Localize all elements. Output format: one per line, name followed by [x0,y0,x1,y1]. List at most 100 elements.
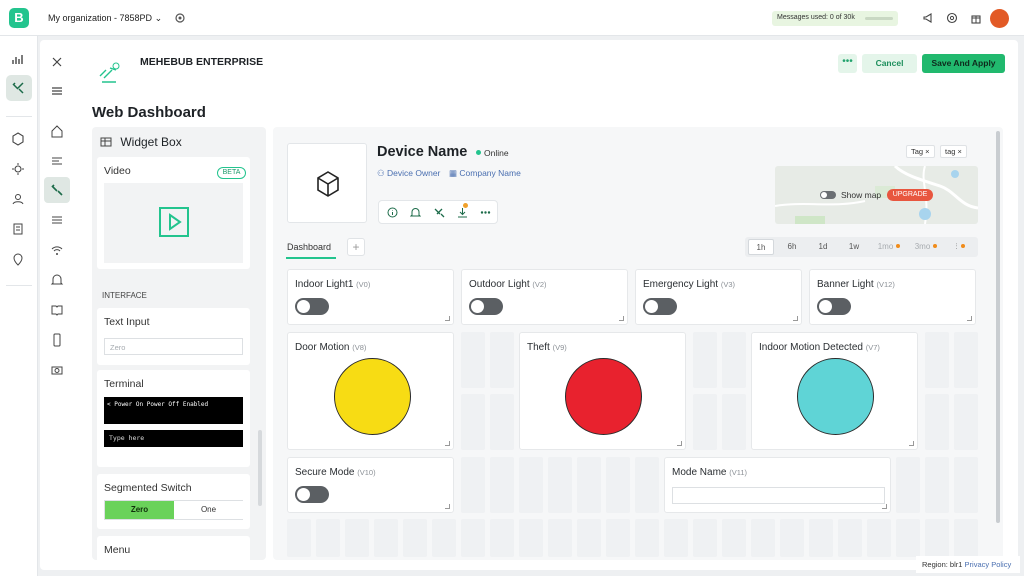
widget-title: Secure Mode (V10) [295,467,376,478]
grid-placeholder-cell [925,394,949,450]
grid-placeholder-cell [954,457,978,513]
download-icon[interactable] [457,207,468,218]
resize-handle[interactable] [967,316,972,321]
indoor-light-switch[interactable] [295,298,329,315]
save-and-apply-button[interactable]: Save And Apply [922,54,1005,73]
resize-handle[interactable] [445,441,450,446]
switch-widget-secure-mode[interactable]: Secure Mode (V10) [287,457,454,513]
sliders-icon: ⫶ [955,242,958,251]
location-icon[interactable] [11,252,25,266]
switch-widget-indoor-light[interactable]: Indoor Light1 (V0) [287,269,454,325]
range-1d[interactable]: 1d [811,239,835,255]
video-widget-card[interactable]: Video BETA [97,157,250,269]
menu-widget-card[interactable]: Menu [97,536,250,560]
rail-divider [6,285,32,286]
terminal-widget-card[interactable]: Terminal < Power On Power Off Enabled Ty… [97,370,250,467]
resize-handle[interactable] [445,316,450,321]
mobile-icon[interactable] [50,333,64,347]
dashboard-scrollbar[interactable] [996,131,1000,523]
device-tag[interactable]: Tag × [906,145,935,158]
megaphone-icon[interactable] [922,12,934,24]
widget-box-title-label: Widget Box [120,135,182,149]
led-widget-door-motion[interactable]: Door Motion (V8) [287,332,454,450]
grid-placeholder-cell [896,519,920,557]
custom-range[interactable]: ⫶ [946,239,974,255]
widget-box-icon [100,137,112,147]
range-1mo[interactable]: 1mo [872,239,906,255]
globe-icon[interactable] [946,12,958,24]
grid-placeholder-cell [896,457,920,513]
range-3mo[interactable]: 3mo [910,239,942,255]
datastreams-icon[interactable] [50,154,64,168]
beta-badge: BETA [217,167,246,179]
organization-name: My organization - 7858PD [48,13,153,23]
resize-handle[interactable] [793,316,798,321]
range-1w[interactable]: 1w [842,239,866,255]
device-image[interactable] [287,143,367,223]
device-tag[interactable]: tag × [940,145,967,158]
led-widget-indoor-motion[interactable]: Indoor Motion Detected (V7) [751,332,918,450]
pro-dot [896,244,901,248]
organization-icon[interactable] [11,222,25,236]
messages-usage: Messages used: 0 of 30k [772,11,898,26]
close-icon[interactable] [51,56,63,68]
camera-icon[interactable] [50,363,64,377]
bell-icon[interactable] [50,273,64,287]
dashboard-chart-icon[interactable] [11,52,25,66]
wifi-icon[interactable] [50,243,64,257]
app-logo[interactable]: B [9,8,29,28]
web-dashboard-icon[interactable] [50,183,64,197]
range-1h[interactable]: 1h [748,239,774,255]
cube-icon[interactable] [11,132,25,146]
users-icon[interactable] [11,192,25,206]
grid-placeholder-cell [548,519,572,557]
widget-box-scrollbar[interactable] [258,430,262,506]
gear-icon[interactable] [174,12,186,24]
resize-handle[interactable] [445,504,450,509]
resize-handle[interactable] [882,504,887,509]
more-options-button[interactable]: ••• [838,54,857,73]
avatar[interactable] [990,9,1009,28]
resize-handle[interactable] [677,441,682,446]
resize-handle[interactable] [619,316,624,321]
tools-icon[interactable] [434,207,445,218]
emergency-light-switch[interactable] [643,298,677,315]
chevron-down-icon: ⌄ [154,13,163,23]
privacy-policy-link[interactable]: Privacy Policy [965,560,1012,569]
switch-widget-outdoor-light[interactable]: Outdoor Light (V2) [461,269,628,325]
messages-usage-bar [865,17,893,20]
device-owner-link[interactable]: ⚇ Device Owner [377,168,440,179]
secure-mode-switch[interactable] [295,486,329,503]
automation-icon[interactable] [11,162,25,176]
info-icon[interactable] [387,207,398,218]
led-widget-theft[interactable]: Theft (V9) [519,332,686,450]
show-map-toggle[interactable] [820,191,836,199]
cancel-button[interactable]: Cancel [862,54,917,73]
banner-light-switch[interactable] [817,298,851,315]
label-widget-mode-name[interactable]: Mode Name (V11) [664,457,891,513]
organization-selector[interactable]: My organization - 7858PD ⌄ [48,13,162,24]
switch-widget-banner-light[interactable]: Banner Light (V12) [809,269,976,325]
range-6h[interactable]: 6h [780,239,804,255]
bell-icon[interactable] [410,207,421,218]
resize-handle[interactable] [909,441,914,446]
home-icon[interactable] [50,124,64,138]
device-template-name: MEHEBUB ENTERPRISE [140,56,264,68]
grid-placeholder-cell [954,519,978,557]
company-name-link[interactable]: ▦ Company Name [449,168,521,179]
tab-dashboard[interactable]: Dashboard [287,242,331,252]
menu-icon[interactable] [51,85,63,97]
outdoor-light-switch[interactable] [469,298,503,315]
gift-icon[interactable] [970,12,982,24]
more-icon[interactable] [480,207,491,218]
devices-tools-icon[interactable] [11,81,25,95]
upgrade-badge[interactable]: UPGRADE [887,189,933,201]
segmented-switch-widget-card[interactable]: Segmented Switch Zero One [97,474,250,529]
indoor-motion-led [797,358,874,435]
book-icon[interactable] [50,303,64,317]
add-tab-button[interactable]: + [347,238,365,256]
switch-widget-emergency-light[interactable]: Emergency Light (V3) [635,269,802,325]
list-icon[interactable] [50,213,64,227]
grid-placeholder-cell [809,519,833,557]
text-input-widget-card[interactable]: Text Input Zero [97,308,250,365]
